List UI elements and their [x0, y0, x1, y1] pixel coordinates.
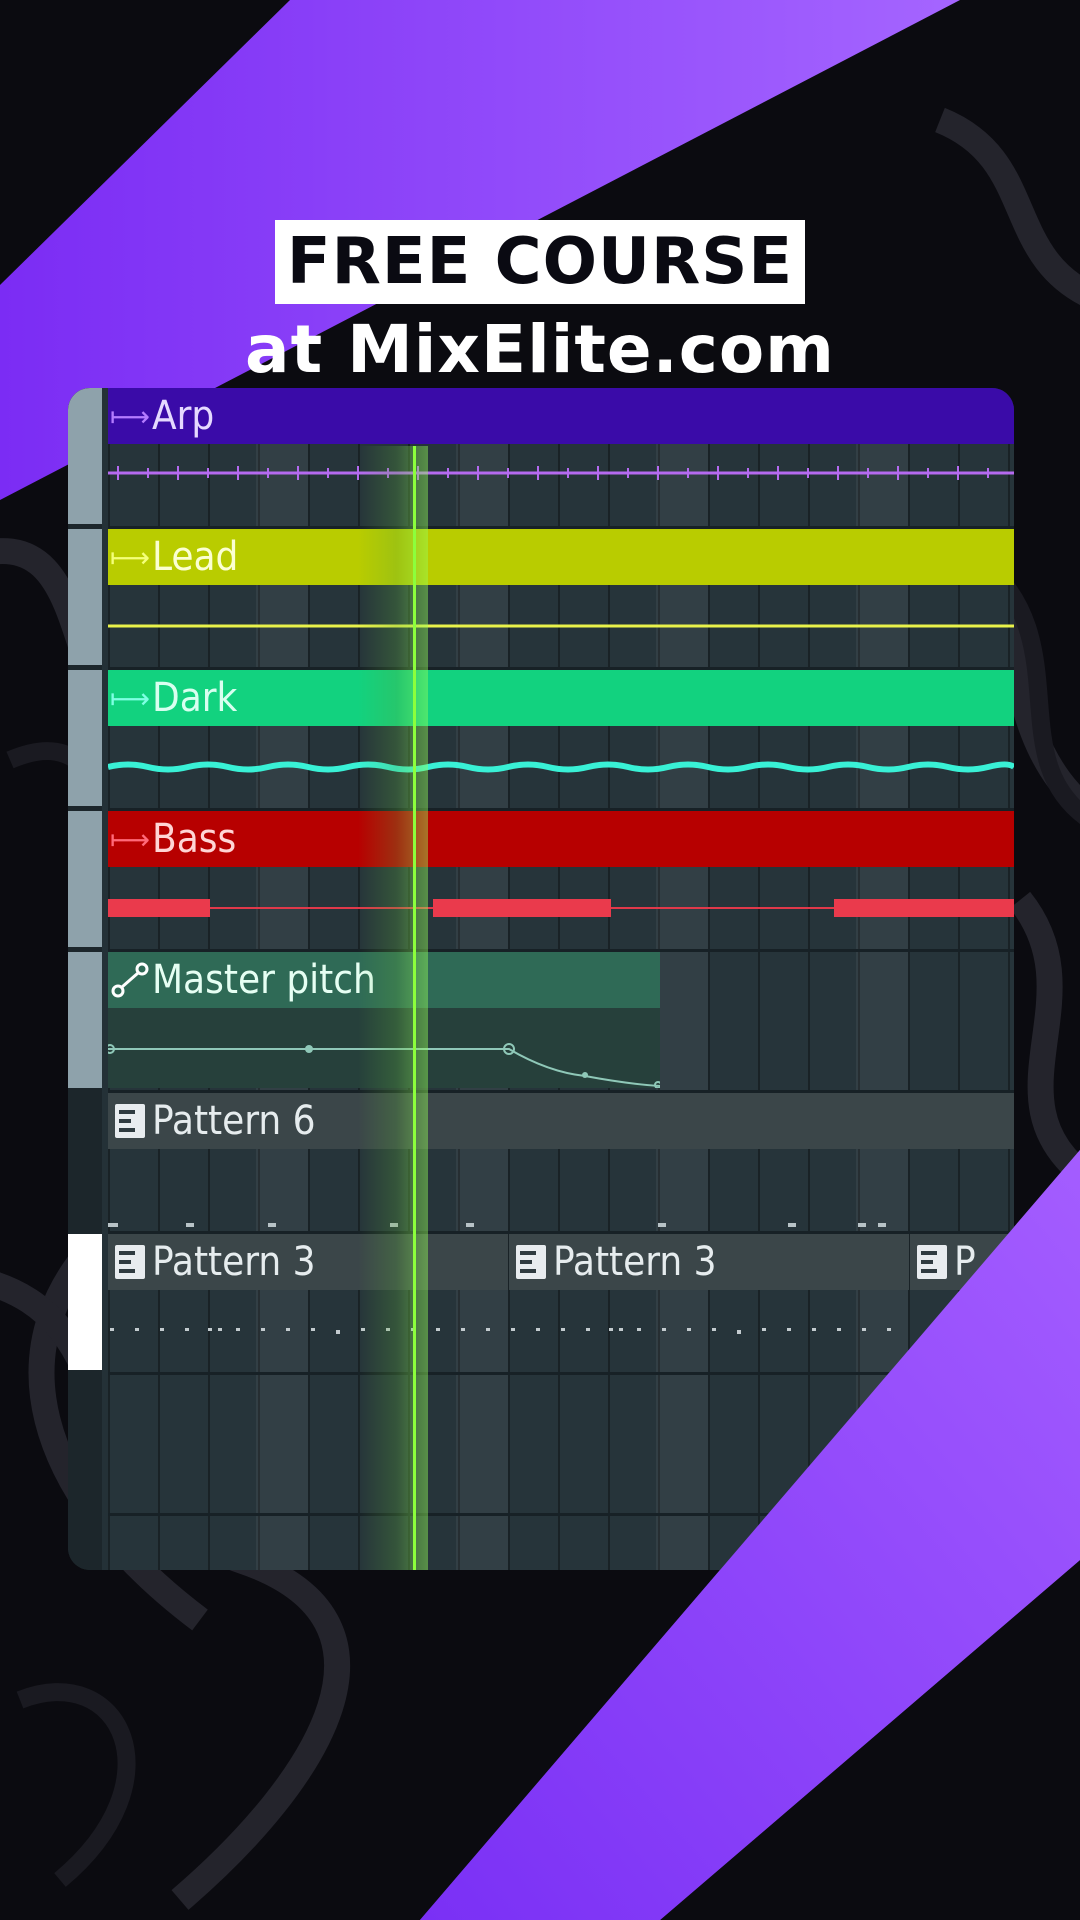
clip-master-pitch-header[interactable]: Master pitch	[108, 952, 660, 1008]
playlist-window: ⟼ Arp ⟼ Lead ⟼ Dark ⟼ Bass Master pitch …	[68, 388, 1014, 1570]
track-header-7-selected[interactable]	[68, 1234, 102, 1370]
row-divider	[108, 1513, 1014, 1516]
track-header-1[interactable]	[68, 388, 102, 524]
track-header-2[interactable]	[68, 529, 102, 665]
promo-title: FREE COURSE	[274, 220, 806, 304]
audio-clip-icon: ⟼	[109, 540, 151, 574]
clip-pattern-6-header[interactable]: Pattern 6	[108, 1093, 1014, 1149]
clip-pattern-3-c-label: P	[954, 1239, 976, 1285]
clip-pattern-3-a-notes	[108, 1290, 508, 1370]
pattern-clip-icon	[910, 1234, 954, 1290]
clip-dark-header[interactable]: ⟼ Dark	[108, 670, 1014, 726]
clip-pattern-3-c[interactable]: P	[910, 1234, 1014, 1370]
clip-pattern-3-b-notes	[509, 1290, 909, 1370]
clip-lead-label: Lead	[152, 534, 239, 580]
promo-subtitle: at MixElite.com	[245, 311, 835, 388]
promo-title-container: FREE COURSE	[0, 220, 1080, 304]
clip-pattern-3-b[interactable]: Pattern 3	[509, 1234, 909, 1370]
row-divider	[108, 1372, 1014, 1375]
clip-lead-waveform	[108, 585, 1014, 665]
clip-master-pitch-label: Master pitch	[152, 957, 376, 1003]
clip-arp[interactable]: ⟼ Arp	[108, 388, 1014, 524]
promo-subtitle-container: at MixElite.com	[0, 308, 1080, 392]
clip-pattern-3-a-label: Pattern 3	[152, 1239, 316, 1285]
track-header-3[interactable]	[68, 670, 102, 806]
clip-dark-label: Dark	[152, 675, 238, 721]
clip-pattern-3-a-header[interactable]: Pattern 3	[108, 1234, 508, 1290]
clip-bass[interactable]: ⟼ Bass	[108, 811, 1014, 947]
clip-lead-header[interactable]: ⟼ Lead	[108, 529, 1014, 585]
audio-clip-icon: ⟼	[109, 822, 151, 856]
clip-bass-label: Bass	[152, 816, 237, 862]
clip-pattern-6[interactable]: Pattern 6	[108, 1093, 1014, 1229]
clip-arp-header[interactable]: ⟼ Arp	[108, 388, 1014, 444]
audio-clip-icon: ⟼	[109, 399, 151, 433]
clip-arp-waveform	[108, 444, 1014, 524]
clip-pattern-3-c-header[interactable]: P	[910, 1234, 1014, 1290]
clip-dark-waveform	[108, 726, 1014, 806]
clip-pattern-6-notes	[108, 1149, 1014, 1229]
audio-clip-icon: ⟼	[109, 681, 151, 715]
playhead-marker[interactable]	[413, 446, 416, 1570]
clip-master-pitch[interactable]: Master pitch	[108, 952, 660, 1088]
track-header-5[interactable]	[68, 952, 102, 1088]
pattern-clip-icon	[108, 1093, 152, 1149]
clip-dark[interactable]: ⟼ Dark	[108, 670, 1014, 806]
clip-lead[interactable]: ⟼ Lead	[108, 529, 1014, 665]
clip-pattern-3-b-header[interactable]: Pattern 3	[509, 1234, 909, 1290]
automation-curve	[108, 1008, 660, 1088]
automation-clip-icon	[108, 952, 152, 1008]
clip-pattern-3-a[interactable]: Pattern 3	[108, 1234, 508, 1370]
clip-bass-waveform	[108, 867, 1014, 947]
track-header-4[interactable]	[68, 811, 102, 947]
clip-bass-header[interactable]: ⟼ Bass	[108, 811, 1014, 867]
pattern-clip-icon	[108, 1234, 152, 1290]
clip-pattern-6-label: Pattern 6	[152, 1098, 316, 1144]
pattern-clip-icon	[509, 1234, 553, 1290]
clip-pattern-3-b-label: Pattern 3	[553, 1239, 717, 1285]
clip-arp-label: Arp	[152, 393, 215, 439]
